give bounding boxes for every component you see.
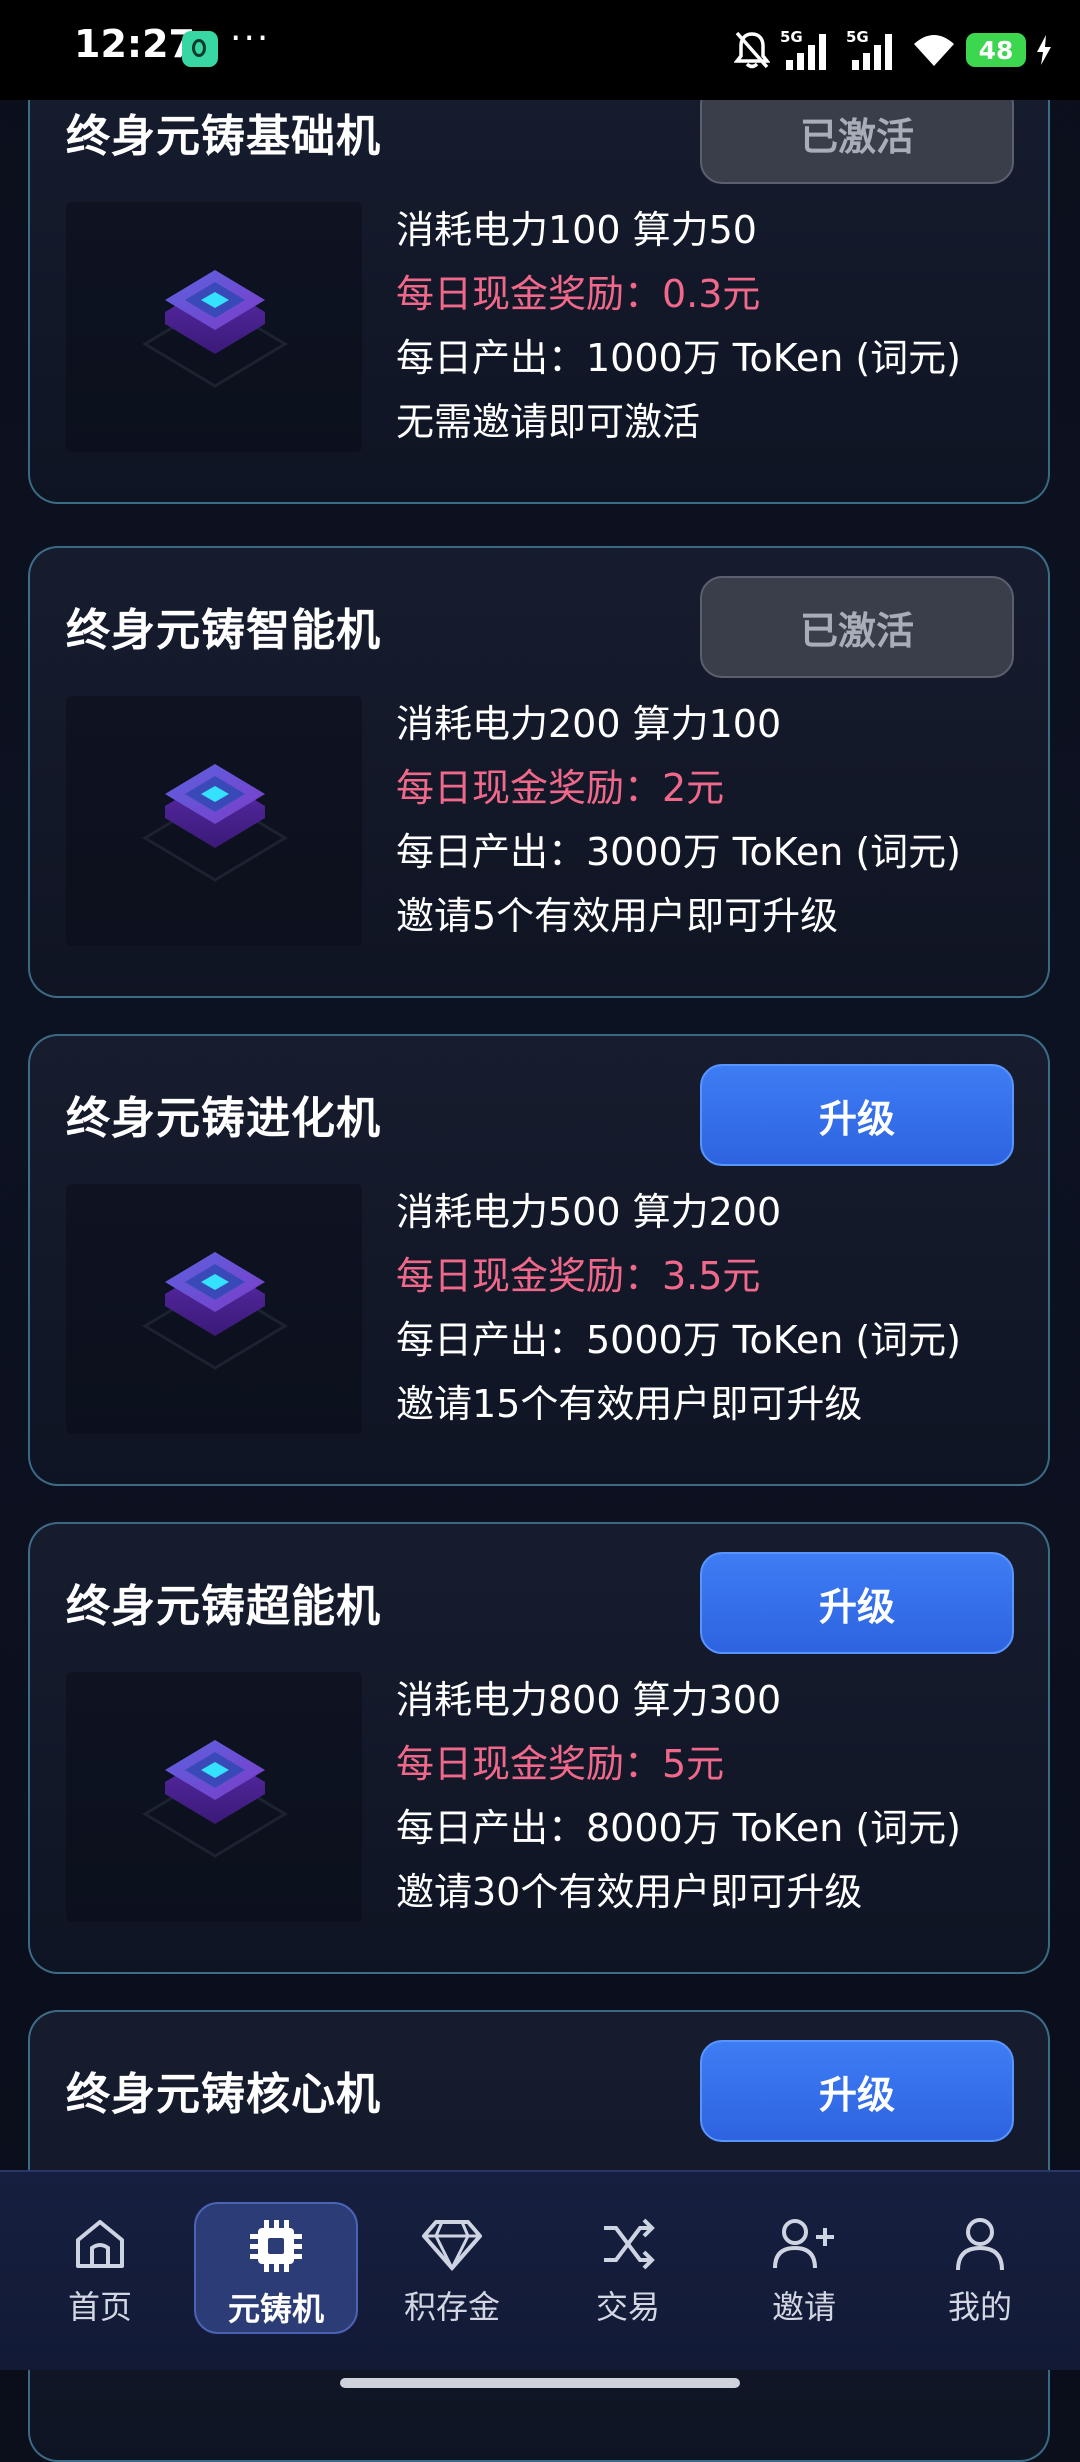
battery-icon: 48 bbox=[966, 33, 1026, 67]
chip-icon bbox=[142, 270, 288, 388]
charging-icon bbox=[1036, 35, 1052, 65]
nav-label: 首页 bbox=[67, 2288, 132, 2326]
machine-title: 终身元铸基础机 bbox=[66, 111, 381, 162]
bottom-nav: 首页 元铸机 积存金 交易 邀请 我的 bbox=[0, 2170, 1080, 2370]
machine-info: 消耗电力500 算力200 每日现金奖励：3.5元 每日产出：5000万 ToK… bbox=[396, 1180, 1036, 1436]
diamond-icon bbox=[420, 2212, 484, 2276]
shuffle-icon bbox=[598, 2212, 658, 2276]
app-notification-icon bbox=[182, 31, 218, 67]
status-bar: 12:27 ··· 5G 5G 48 bbox=[0, 0, 1080, 100]
upgrade-button[interactable]: 升级 bbox=[700, 1064, 1014, 1166]
machine-image bbox=[66, 1672, 362, 1922]
requirement-text: 邀请30个有效用户即可升级 bbox=[396, 1870, 863, 1914]
consumption-text: 消耗电力800 算力300 bbox=[396, 1678, 782, 1722]
status-icons: 5G 5G 48 bbox=[734, 22, 1052, 78]
machine-title: 终身元铸核心机 bbox=[66, 2069, 381, 2120]
daily-output-text: 每日产出：5000万 ToKen (词元) bbox=[396, 1318, 962, 1362]
machine-image bbox=[66, 202, 362, 452]
nav-item-invite[interactable]: 邀请 bbox=[722, 2202, 886, 2334]
consumption-text: 消耗电力500 算力200 bbox=[396, 1190, 782, 1234]
machine-card: 终身元铸智能机 已激活 消耗电力200 算力100 每日现金奖励：2元 每日产出… bbox=[28, 546, 1050, 998]
nav-label: 我的 bbox=[947, 2288, 1012, 2326]
activated-button[interactable]: 已激活 bbox=[700, 576, 1014, 678]
requirement-text: 无需邀请即可激活 bbox=[396, 400, 701, 444]
user-icon bbox=[950, 2212, 1010, 2276]
daily-reward-text: 每日现金奖励：2元 bbox=[396, 766, 725, 810]
daily-reward-text: 每日现金奖励：5元 bbox=[396, 1742, 725, 1786]
signal-5g-label: 5G bbox=[780, 28, 803, 46]
mute-bell-icon bbox=[734, 30, 770, 70]
requirement-text: 邀请15个有效用户即可升级 bbox=[396, 1382, 863, 1426]
home-indicator[interactable] bbox=[340, 2378, 740, 2388]
chip-icon bbox=[246, 2214, 306, 2278]
machine-title: 终身元铸进化机 bbox=[66, 1093, 381, 1144]
machine-card: 终身元铸超能机 升级 消耗电力800 算力300 每日现金奖励：5元 每日产出：… bbox=[28, 1522, 1050, 1974]
daily-reward-text: 每日现金奖励：3.5元 bbox=[396, 1254, 761, 1298]
nav-label: 邀请 bbox=[771, 2288, 836, 2326]
machine-info: 消耗电力100 算力50 每日现金奖励：0.3元 每日产出：1000万 ToKe… bbox=[396, 198, 1036, 454]
machine-info: 消耗电力800 算力300 每日现金奖励：5元 每日产出：8000万 ToKen… bbox=[396, 1668, 1036, 1924]
consumption-text: 消耗电力100 算力50 bbox=[396, 208, 757, 252]
chip-icon bbox=[142, 1252, 288, 1370]
add-user-icon bbox=[771, 2212, 837, 2276]
signal-5g-icon: 5G bbox=[780, 28, 836, 72]
home-icon bbox=[70, 2212, 130, 2276]
nav-label: 积存金 bbox=[403, 2288, 500, 2326]
daily-reward-text: 每日现金奖励：0.3元 bbox=[396, 272, 761, 316]
wifi-icon bbox=[912, 32, 956, 68]
daily-output-text: 每日产出：8000万 ToKen (词元) bbox=[396, 1806, 962, 1850]
machine-title: 终身元铸智能机 bbox=[66, 605, 381, 656]
machine-info: 消耗电力200 算力100 每日现金奖励：2元 每日产出：3000万 ToKen… bbox=[396, 692, 1036, 948]
nav-label: 交易 bbox=[595, 2288, 660, 2326]
nav-item-home[interactable]: 首页 bbox=[18, 2202, 182, 2334]
machine-image bbox=[66, 1184, 362, 1434]
upgrade-button[interactable]: 升级 bbox=[700, 2040, 1014, 2142]
daily-output-text: 每日产出：1000万 ToKen (词元) bbox=[396, 336, 962, 380]
daily-output-text: 每日产出：3000万 ToKen (词元) bbox=[396, 830, 962, 874]
machine-title: 终身元铸超能机 bbox=[66, 1581, 381, 1632]
nav-item-savings[interactable]: 积存金 bbox=[370, 2202, 534, 2334]
signal-5g-label: 5G bbox=[846, 28, 869, 46]
nav-label: 元铸机 bbox=[227, 2290, 324, 2328]
chip-icon bbox=[142, 1740, 288, 1858]
chip-icon bbox=[142, 764, 288, 882]
nav-item-trade[interactable]: 交易 bbox=[546, 2202, 710, 2334]
more-notifications-icon: ··· bbox=[230, 18, 271, 59]
nav-item-machine[interactable]: 元铸机 bbox=[194, 2202, 358, 2334]
upgrade-button[interactable]: 升级 bbox=[700, 1552, 1014, 1654]
signal-5g-icon: 5G bbox=[846, 28, 902, 72]
status-time: 12:27 bbox=[74, 22, 195, 66]
machine-card: 终身元铸基础机 已激活 消耗电力100 算力50 每日现金奖励：0.3元 每日产… bbox=[28, 52, 1050, 504]
machine-image bbox=[66, 696, 362, 946]
consumption-text: 消耗电力200 算力100 bbox=[396, 702, 782, 746]
nav-item-profile[interactable]: 我的 bbox=[898, 2202, 1062, 2334]
machine-card: 终身元铸进化机 升级 消耗电力500 算力200 每日现金奖励：3.5元 每日产… bbox=[28, 1034, 1050, 1486]
requirement-text: 邀请5个有效用户即可升级 bbox=[396, 894, 839, 938]
